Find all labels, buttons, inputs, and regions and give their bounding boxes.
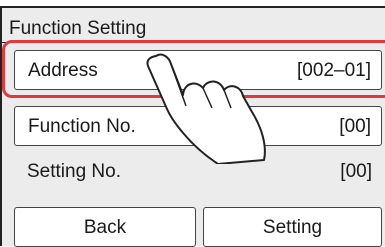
setting-button[interactable]: Setting xyxy=(203,207,382,247)
title-bar: Function Setting xyxy=(0,14,385,43)
setting-no-value: [00] xyxy=(340,161,372,182)
setting-button-label: Setting xyxy=(262,217,323,238)
back-button-label: Back xyxy=(83,217,127,238)
page-title: Function Setting xyxy=(9,18,147,39)
back-button[interactable]: Back xyxy=(14,207,196,247)
setting-no-label: Setting No. xyxy=(27,161,121,182)
function-no-value: [00] xyxy=(339,116,371,137)
function-no-label: Function No. xyxy=(28,116,136,137)
hand-pointer-icon xyxy=(146,53,266,164)
